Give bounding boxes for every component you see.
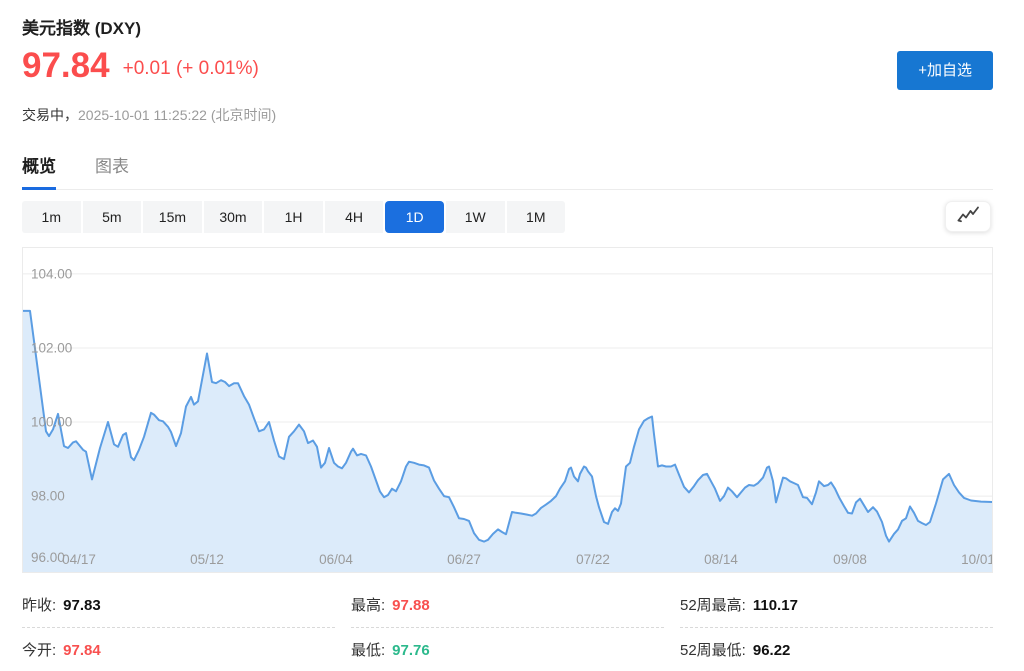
y-axis-label: 100.00 xyxy=(31,415,72,430)
price-chart-svg: 104.00 102.00 100.00 98.00 96.0004/17 05/12 06… xyxy=(23,248,992,572)
chart-style-button[interactable] xyxy=(945,201,991,232)
stat-value: 96.22 xyxy=(753,642,791,659)
add-watchlist-button[interactable]: +加自选 xyxy=(897,51,993,90)
tabs: 概览 图表 xyxy=(22,152,993,190)
stat-label: 今开: xyxy=(22,639,56,660)
x-axis-label: 09/08 xyxy=(833,552,867,567)
stat-week52-low: 52周最低: 96.22 xyxy=(680,628,993,671)
timeframe-15m[interactable]: 15m xyxy=(143,201,202,233)
instrument-title: 美元指数 (DXY) xyxy=(22,14,141,39)
x-axis-label: 04/17 xyxy=(62,552,96,567)
stat-value: 97.88 xyxy=(392,597,430,614)
tab-chart[interactable]: 图表 xyxy=(95,152,129,190)
stat-label: 昨收: xyxy=(22,594,56,615)
timeframe-row: 1m5m15m30m1H4H1D1W1M xyxy=(22,201,993,233)
stat-label: 52周最高: xyxy=(680,594,746,615)
price-area xyxy=(23,311,992,572)
timeframe-1M[interactable]: 1M xyxy=(507,201,566,233)
price-row: 97.84 +0.01 (+ 0.01%) xyxy=(22,48,259,83)
x-axis-label: 06/27 xyxy=(447,552,481,567)
trading-status: 交易中， xyxy=(22,107,78,123)
stat-value: 97.84 xyxy=(63,642,101,659)
y-axis-label: 98.00 xyxy=(31,489,65,504)
line-chart-icon xyxy=(956,205,981,229)
stat-day-low: 最低: 97.76 xyxy=(351,628,664,671)
price-change: +0.01 (+ 0.01%) xyxy=(123,58,259,80)
stat-label: 52周最低: xyxy=(680,639,746,660)
timeframe-1m[interactable]: 1m xyxy=(22,201,81,233)
y-axis-label: 104.00 xyxy=(31,266,72,281)
timeframe-5m[interactable]: 5m xyxy=(83,201,142,233)
timeframe-bar: 1m5m15m30m1H4H1D1W1M xyxy=(22,201,565,233)
tab-overview[interactable]: 概览 xyxy=(22,152,56,190)
stat-open: 今开: 97.84 xyxy=(22,628,335,671)
stats-grid: 昨收: 97.83 最高: 97.88 52周最高: 110.17 今开: 97.84 最低: 9… xyxy=(22,583,993,671)
y-axis-label: 102.00 xyxy=(31,341,72,356)
current-price: 97.84 xyxy=(22,48,110,83)
stat-value: 97.76 xyxy=(392,642,430,659)
timeframe-1H[interactable]: 1H xyxy=(264,201,323,233)
stat-label: 最高: xyxy=(351,594,385,615)
x-axis-label: 10/01 xyxy=(961,552,992,567)
quote-page: 美元指数 (DXY) 97.84 +0.01 (+ 0.01%) 交易中，202… xyxy=(0,0,1024,671)
x-axis-label: 06/04 xyxy=(319,552,353,567)
stat-value: 110.17 xyxy=(753,597,798,614)
timeframe-30m[interactable]: 30m xyxy=(204,201,263,233)
y-axis-label: 96.00 xyxy=(31,550,65,565)
x-axis-label: 08/14 xyxy=(704,552,738,567)
quote-timestamp: 2025-10-01 11:25:22 (北京时间) xyxy=(78,107,276,123)
stat-label: 最低: xyxy=(351,639,385,660)
stat-value: 97.83 xyxy=(63,597,101,614)
stat-prev-close: 昨收: 97.83 xyxy=(22,583,335,628)
stat-day-high: 最高: 97.88 xyxy=(351,583,664,628)
price-chart[interactable]: 104.00 102.00 100.00 98.00 96.0004/17 05/12 06… xyxy=(22,247,993,573)
stat-week52-high: 52周最高: 110.17 xyxy=(680,583,993,628)
x-axis-label: 07/22 xyxy=(576,552,610,567)
x-axis-label: 05/12 xyxy=(190,552,224,567)
status-row: 交易中，2025-10-01 11:25:22 (北京时间) xyxy=(22,105,276,125)
timeframe-1D[interactable]: 1D xyxy=(385,201,444,233)
timeframe-1W[interactable]: 1W xyxy=(446,201,505,233)
timeframe-4H[interactable]: 4H xyxy=(325,201,384,233)
